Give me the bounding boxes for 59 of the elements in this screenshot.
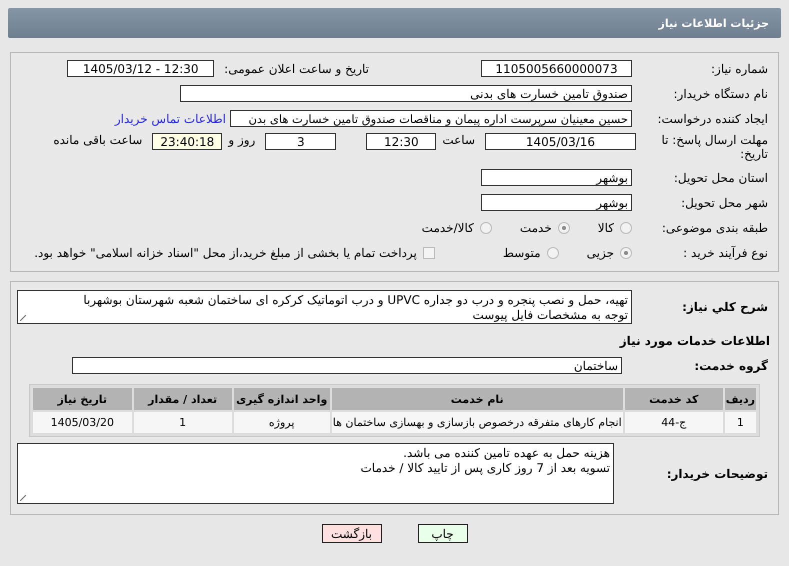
text-field[interactable]: 1405/03/12 - 12:30: [67, 60, 214, 77]
table-cell: 1405/03/20: [33, 412, 132, 433]
column-header: تعداد / مقدار: [134, 388, 232, 410]
table-cell: 1: [724, 412, 756, 433]
field-label: مهلت ارسال پاسخ: تا تاریخ:: [660, 133, 769, 161]
column-header: نام خدمت: [332, 388, 623, 410]
text-field[interactable]: 1105005660000073: [481, 60, 632, 77]
option-label: کالا: [598, 220, 614, 234]
text-field[interactable]: ساختمان: [72, 357, 622, 374]
column-header: واحد اندازه گیری: [234, 388, 330, 410]
radio-button[interactable]: [558, 222, 570, 234]
option-label: جزیی: [586, 246, 614, 260]
text-field[interactable]: 3: [265, 133, 336, 150]
section-heading: اطلاعات خدمات مورد نیاز: [620, 334, 771, 348]
table-cell: 1: [134, 412, 232, 433]
checkbox[interactable]: [422, 246, 435, 258]
checkbox-label: پرداخت تمام یا بخشی از مبلغ خرید،از محل "اسناد خزانه اسلامی" خواهد بود.: [34, 246, 417, 260]
resize-grip-icon: [20, 495, 26, 501]
column-header: ردیف: [724, 388, 756, 410]
print-button[interactable]: چاپ: [418, 524, 468, 543]
field-label: تاریخ و ساعت اعلان عمومی:: [224, 62, 370, 76]
contact-link[interactable]: اطلاعات تماس خریدار: [114, 112, 226, 126]
text-field[interactable]: 23:40:18: [152, 133, 222, 150]
option-label: کالا/خدمت: [422, 220, 474, 234]
field-label: نوع فرآیند خرید :: [682, 246, 769, 260]
field-label: ساعت باقی مانده: [53, 133, 144, 147]
text-field[interactable]: بوشهر: [481, 194, 632, 211]
radio-button[interactable]: [480, 222, 492, 234]
page-title: جزئیات اطلاعات نیاز: [658, 16, 769, 30]
field-label: شهر محل تحویل:: [680, 196, 769, 210]
resize-grip-icon: [20, 315, 26, 321]
option-label: متوسط: [502, 246, 541, 260]
field-label: توضیحات خریدار:: [666, 466, 769, 480]
table-cell: پروژه: [234, 412, 330, 433]
text-field[interactable]: صندوق تامین خسارت های بدنی: [180, 85, 632, 102]
radio-button[interactable]: [546, 246, 559, 258]
field-label: شرح کلي نياز:: [681, 300, 769, 314]
back-button[interactable]: بازگشت: [322, 524, 382, 543]
field-label: طبقه بندی موضوعی:: [660, 220, 769, 234]
field-label: استان محل تحویل:: [672, 170, 769, 184]
column-header: کد خدمت: [624, 388, 723, 410]
text-area[interactable]: هزینه حمل به عهده تامین کننده می باشد. تسویه بعد از 7 روز کاری پس از تایید کالا / خدمات: [17, 443, 614, 504]
table-cell: انجام کارهای متفرقه درخصوص بازسازی و بهسازی ساختمان ها: [332, 412, 623, 433]
table-cell: ج-44: [624, 412, 723, 433]
text-field[interactable]: حسین معینیان سرپرست اداره پیمان و مناقصات صندوق تامین خسارت های بدن: [230, 110, 632, 127]
option-label: خدمت: [520, 220, 552, 234]
field-label: گروه خدمت:: [693, 358, 769, 372]
text-area[interactable]: تهیه، حمل و نصب پنجره و درب دو جداره UPVC و درب اتوماتیک کرکره ای ساختمان شعبه شهرستان بوشهربا توجه به مشخصات فایل پیوست: [17, 290, 632, 324]
text-field[interactable]: بوشهر: [481, 169, 632, 186]
field-label: روز و: [228, 133, 256, 147]
radio-button[interactable]: [620, 222, 632, 234]
field-label: شماره نیاز:: [710, 62, 769, 76]
field-label: ساعت: [442, 133, 476, 147]
text-field[interactable]: 12:30: [366, 133, 436, 150]
field-label: ایجاد کننده درخواست:: [656, 112, 769, 126]
radio-button[interactable]: [620, 246, 632, 258]
text-field[interactable]: 1405/03/16: [485, 133, 636, 150]
field-label: نام دستگاه خریدار:: [672, 86, 769, 100]
column-header: تاریخ نیاز: [33, 388, 132, 410]
